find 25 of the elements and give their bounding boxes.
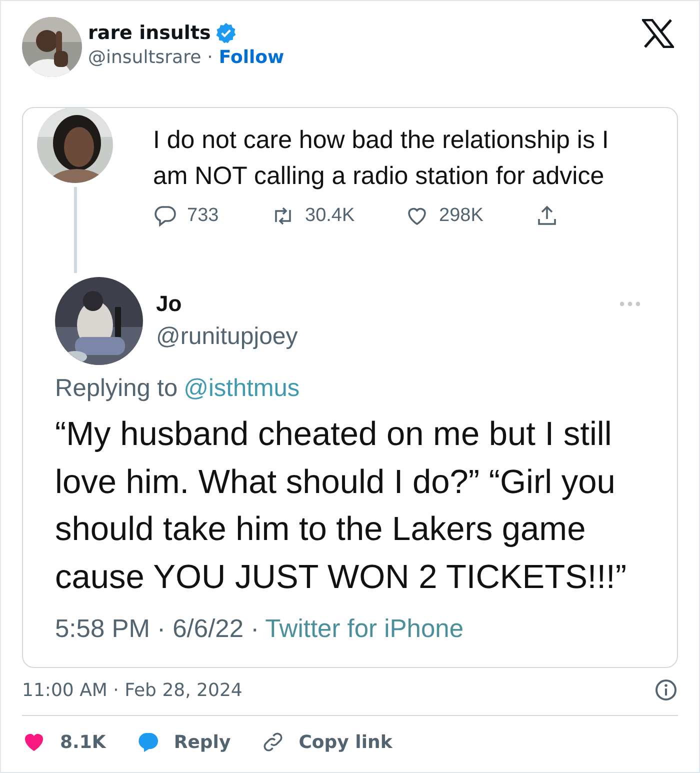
tweet-text: “My husband cheated on me but I still love him. What should I do?” “Girl you should take him to the Lakers game cause YOU JUST WON 2 TICKETS!!!” bbox=[55, 415, 628, 598]
stat-count: 30.4K bbox=[305, 205, 355, 227]
account-handle: @runitupjoey bbox=[156, 323, 298, 351]
account-handle: @insultsrare bbox=[88, 47, 202, 68]
share-icon[interactable] bbox=[535, 204, 559, 228]
account-name: rare insults bbox=[88, 22, 211, 44]
follow-link[interactable]: Follow bbox=[218, 47, 284, 68]
source-link[interactable]: Twitter for iPhone bbox=[265, 615, 464, 644]
stat-count: 298K bbox=[439, 205, 484, 227]
mention-link[interactable]: @isthtmus bbox=[184, 375, 300, 403]
tweet-timestamp: 5:58 PM · 6/6/22 · bbox=[55, 615, 260, 644]
action-button[interactable]: 8.1K bbox=[22, 730, 106, 754]
post-timestamp: 11:00 AM · Feb 28, 2024 bbox=[22, 680, 242, 700]
action-button[interactable]: Copy link bbox=[260, 730, 392, 754]
speech-bubble-icon[interactable] bbox=[153, 204, 177, 228]
stat-count: 733 bbox=[187, 205, 219, 227]
account-name: Jo bbox=[156, 291, 183, 317]
link-icon bbox=[260, 730, 285, 754]
speech-bubble-icon bbox=[136, 730, 160, 754]
separator-dot: · bbox=[207, 47, 213, 68]
replying-label: Replying to bbox=[55, 375, 178, 403]
tweet-text: I do not care how bad the relationship is I am NOT calling a radio station for advice bbox=[153, 125, 610, 192]
info-icon[interactable] bbox=[654, 678, 678, 702]
action-button[interactable]: Reply bbox=[136, 730, 231, 754]
x-logo-icon[interactable] bbox=[642, 19, 674, 48]
